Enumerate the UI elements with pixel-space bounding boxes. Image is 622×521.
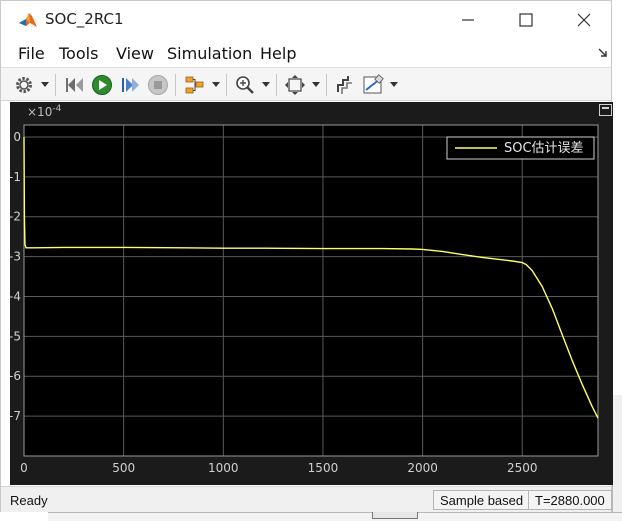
zoom-in-icon[interactable] [233,73,257,97]
menu-file[interactable]: File [18,44,45,63]
highlight-icon[interactable] [182,73,206,97]
gear-dropdown-icon[interactable] [41,82,49,87]
scope-display: ×10-4 0 500 1000 1500 2000 2500 0 -1 -2 -3 -4 -5 -6-… [10,102,613,485]
step-forward-icon[interactable] [118,73,142,97]
plot-background [24,125,598,456]
style-dropdown-icon[interactable] [390,82,398,87]
toolbar-separator [276,74,277,96]
gear-icon[interactable] [12,73,36,97]
y-tick-label: -2 [10,210,21,224]
menu-overflow-arrow-icon[interactable] [597,47,609,59]
y-tick-label: -6 [10,369,21,383]
toolbar-separator [326,74,327,96]
y-tick-label: -3 [10,250,21,264]
matlab-logo-icon [18,10,38,30]
y-tick-label: -7 [10,409,21,423]
status-bar: Ready Sample based T=2880.000 [1,486,612,512]
minimize-icon[interactable] [457,9,479,31]
y-tick-label: -5 [10,329,21,343]
background-window-edge [612,395,622,521]
run-icon[interactable] [90,73,114,97]
fit-dropdown-icon[interactable] [312,82,320,87]
background-button [372,511,418,519]
menu-simulation[interactable]: Simulation [167,44,252,63]
step-back-icon[interactable] [63,73,87,97]
status-time: T=2880.000 [528,490,612,510]
x-tick-label: 0 [20,461,28,475]
status-mode: Sample based [433,490,531,510]
highlight-dropdown-icon[interactable] [212,82,220,87]
title-bar: SOC_2RC1 [1,1,611,38]
stop-icon[interactable] [146,73,170,97]
status-ready: Ready [10,493,48,508]
x-tick-label: 1000 [208,461,239,475]
background-window-bottom [48,512,622,521]
cursor-measure-icon[interactable] [333,73,357,97]
style-icon[interactable] [361,73,385,97]
y-tick-label: -4 [10,289,21,303]
x-tick-label: 2500 [507,461,538,475]
toolbar-separator [226,74,227,96]
menu-tools[interactable]: Tools [59,44,98,63]
toolbar-separator [55,74,56,96]
x-tick-label: 500 [112,461,135,475]
close-icon[interactable] [573,9,595,31]
x-tick-label: 2000 [407,461,438,475]
scope-window: SOC_2RC1 File Tools View Simulation Help [0,0,613,512]
menu-bar: File Tools View Simulation Help [1,39,611,67]
menu-view[interactable]: View [116,44,154,63]
y-tick-label: 0 [13,130,21,144]
x-tick-label: 1500 [308,461,339,475]
window-title: SOC_2RC1 [45,10,124,28]
zoom-dropdown-icon[interactable] [262,82,270,87]
y-tick-label: -1 [10,170,21,184]
menu-help[interactable]: Help [260,44,296,63]
plot-area[interactable]: 0 500 1000 1500 2000 2500 0 -1 -2 -3 -4 -5 -6 -7 SOC估计… [10,102,613,485]
legend-label: SOC估计误差 [504,141,584,156]
toolbar-separator [175,74,176,96]
toolbar [1,67,611,101]
fit-to-view-icon[interactable] [283,73,307,97]
maximize-icon[interactable] [515,9,537,31]
